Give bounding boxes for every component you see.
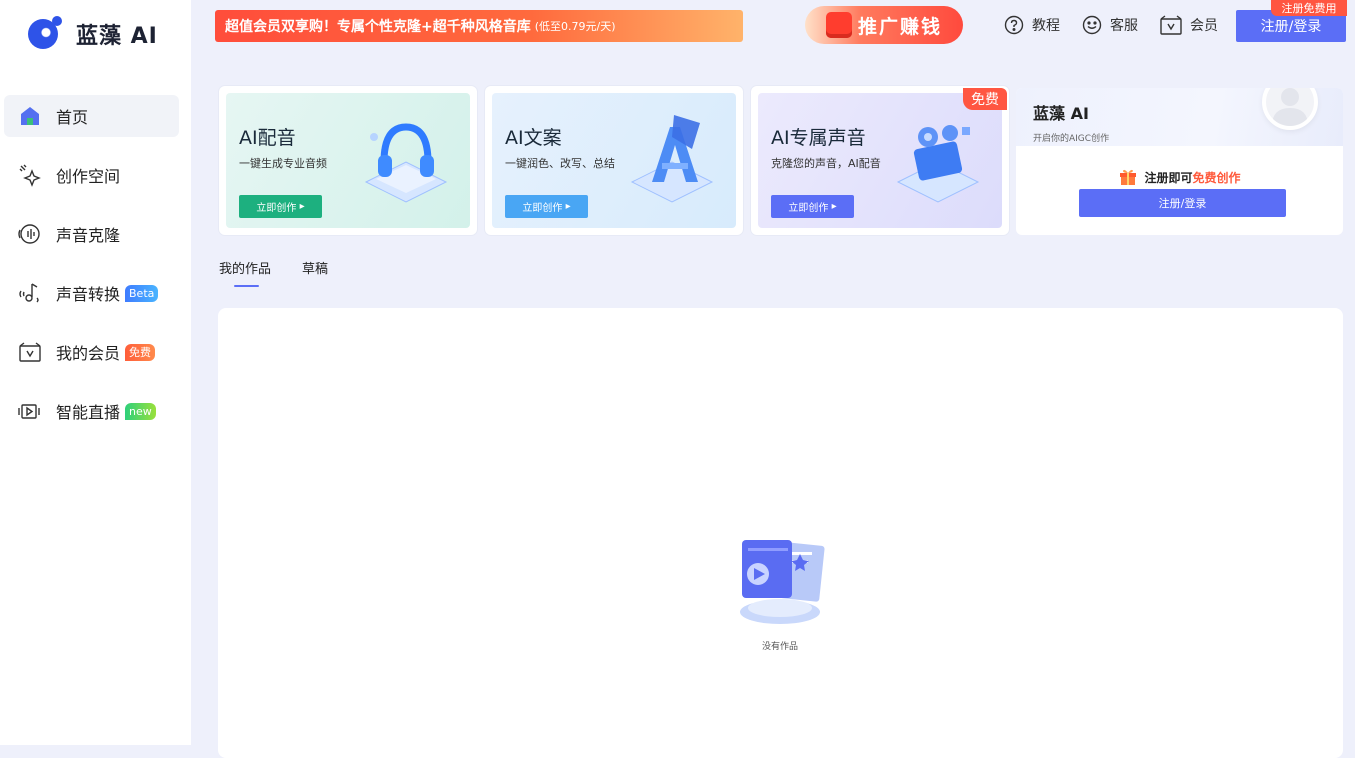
cta-label: 立即创作 — [522, 203, 563, 214]
user-login-button[interactable]: 注册/登录 — [1079, 189, 1286, 217]
works-tabs: 我的作品 草稿 — [219, 258, 359, 287]
logo-icon — [28, 16, 62, 49]
user-card: 蓝藻 AI 开启你的AIGC创作 注册即可 免费创作 注册/登录 — [1016, 88, 1343, 235]
letter-a-illustration — [630, 115, 714, 203]
sparkle-icon — [18, 163, 42, 187]
create-now-button[interactable]: 立即创作 ▸ — [771, 195, 854, 218]
card-title: AI专属声音 — [771, 127, 866, 149]
ai-copywriting-card[interactable]: AI文案 一键润色、改写、总结 立即创作 ▸ — [485, 86, 743, 235]
home-icon — [18, 104, 42, 128]
user-subtitle: 开启你的AIGC创作 — [1033, 134, 1110, 144]
voice-convert-icon — [18, 281, 42, 305]
sidebar-nav: 首页 创作空间 声音克隆 声音转换 Beta 我的会员 免费 智能直播 new — [4, 95, 179, 449]
gift-icon — [1120, 169, 1137, 185]
tutorial-label: 教程 — [1032, 18, 1060, 34]
create-now-button[interactable]: 立即创作 ▸ — [239, 195, 322, 218]
sidebar-item-label: 创作空间 — [56, 167, 121, 186]
sidebar-item-home[interactable]: 首页 — [4, 95, 179, 137]
vip-icon — [1160, 15, 1182, 35]
sidebar-item-label: 声音克隆 — [56, 226, 121, 245]
card-title: AI配音 — [239, 127, 296, 149]
banner-text: 超值会员双享购！专属个性克隆+超千种风格音库 — [225, 19, 531, 35]
headphones-illustration — [364, 123, 448, 203]
sidebar-item-label: 声音转换 — [56, 285, 121, 304]
sidebar-item-live[interactable]: 智能直播 new — [4, 390, 179, 432]
beta-badge: Beta — [125, 284, 159, 302]
empty-text: 没有作品 — [761, 642, 798, 652]
works-panel: 没有作品 — [218, 308, 1343, 758]
gift-icon — [825, 12, 852, 38]
live-icon — [18, 399, 42, 423]
app-name: 蓝藻 AI — [76, 24, 158, 49]
sidebar-item-label: 我的会员 — [56, 344, 121, 363]
empty-works-illustration — [740, 540, 825, 624]
new-badge: new — [125, 402, 156, 420]
promo-prefix: 注册即可 — [1144, 170, 1193, 185]
card-desc: 一键生成专业音频 — [239, 157, 327, 170]
free-badge: 免费 — [125, 343, 156, 361]
member-link[interactable]: 会员 — [1160, 15, 1218, 35]
sidebar-item-voice-clone[interactable]: 声音克隆 — [4, 213, 179, 255]
empty-state: 没有作品 — [724, 530, 836, 652]
referral-promo-button[interactable]: 推广赚钱 — [805, 6, 963, 44]
free-tag: 免费 — [963, 88, 1007, 110]
member-label: 会员 — [1190, 18, 1218, 34]
smile-icon — [1082, 15, 1102, 35]
ai-dubbing-card[interactable]: AI配音 一键生成专业音频 立即创作 ▸ — [219, 86, 477, 235]
help-icon — [1004, 15, 1024, 35]
sidebar-item-workspace[interactable]: 创作空间 — [4, 154, 179, 196]
avatar-icon — [1272, 88, 1308, 126]
sidebar-item-membership[interactable]: 我的会员 免费 — [4, 331, 179, 373]
membership-promo-banner[interactable]: 超值会员双享购！专属个性克隆+超千种风格音库 (低至0.79元/天) — [215, 10, 743, 42]
card-title: AI文案 — [505, 127, 562, 149]
banner-price: (低至0.79元/天) — [534, 20, 616, 33]
header-tools: 教程 客服 会员 — [982, 15, 1218, 35]
sidebar-item-voice-convert[interactable]: 声音转换 Beta — [4, 272, 179, 314]
sidebar-item-label: 首页 — [56, 108, 89, 127]
service-label: 客服 — [1110, 18, 1138, 34]
promo-label: 推广赚钱 — [857, 15, 942, 38]
promo-highlight: 免费创作 — [1192, 170, 1241, 185]
signup-promo: 注册即可 免费创作 — [1016, 167, 1343, 187]
tutorial-link[interactable]: 教程 — [1004, 15, 1060, 35]
cta-label: 立即创作 — [256, 203, 297, 214]
app-logo[interactable]: 蓝藻 AI — [28, 16, 158, 50]
cta-label: 立即创作 — [788, 203, 829, 214]
create-now-button[interactable]: 立即创作 ▸ — [505, 195, 588, 218]
tab-drafts[interactable]: 草稿 — [302, 258, 328, 277]
tab-my-works[interactable]: 我的作品 — [219, 258, 271, 287]
voice-clone-icon — [18, 222, 42, 246]
service-link[interactable]: 客服 — [1082, 15, 1138, 35]
card-desc: 克隆您的声音，AI配音 — [771, 157, 881, 170]
sidebar: 蓝藻 AI 首页 创作空间 声音克隆 声音转换 Beta 我的会员 免费 智能直… — [0, 0, 191, 745]
card-desc: 一键润色、改写、总结 — [505, 157, 615, 170]
sidebar-item-label: 智能直播 — [56, 403, 121, 422]
free-signup-ribbon: 注册免费用 — [1271, 0, 1347, 16]
vip-icon — [18, 340, 42, 364]
camera-illustration — [896, 125, 980, 203]
